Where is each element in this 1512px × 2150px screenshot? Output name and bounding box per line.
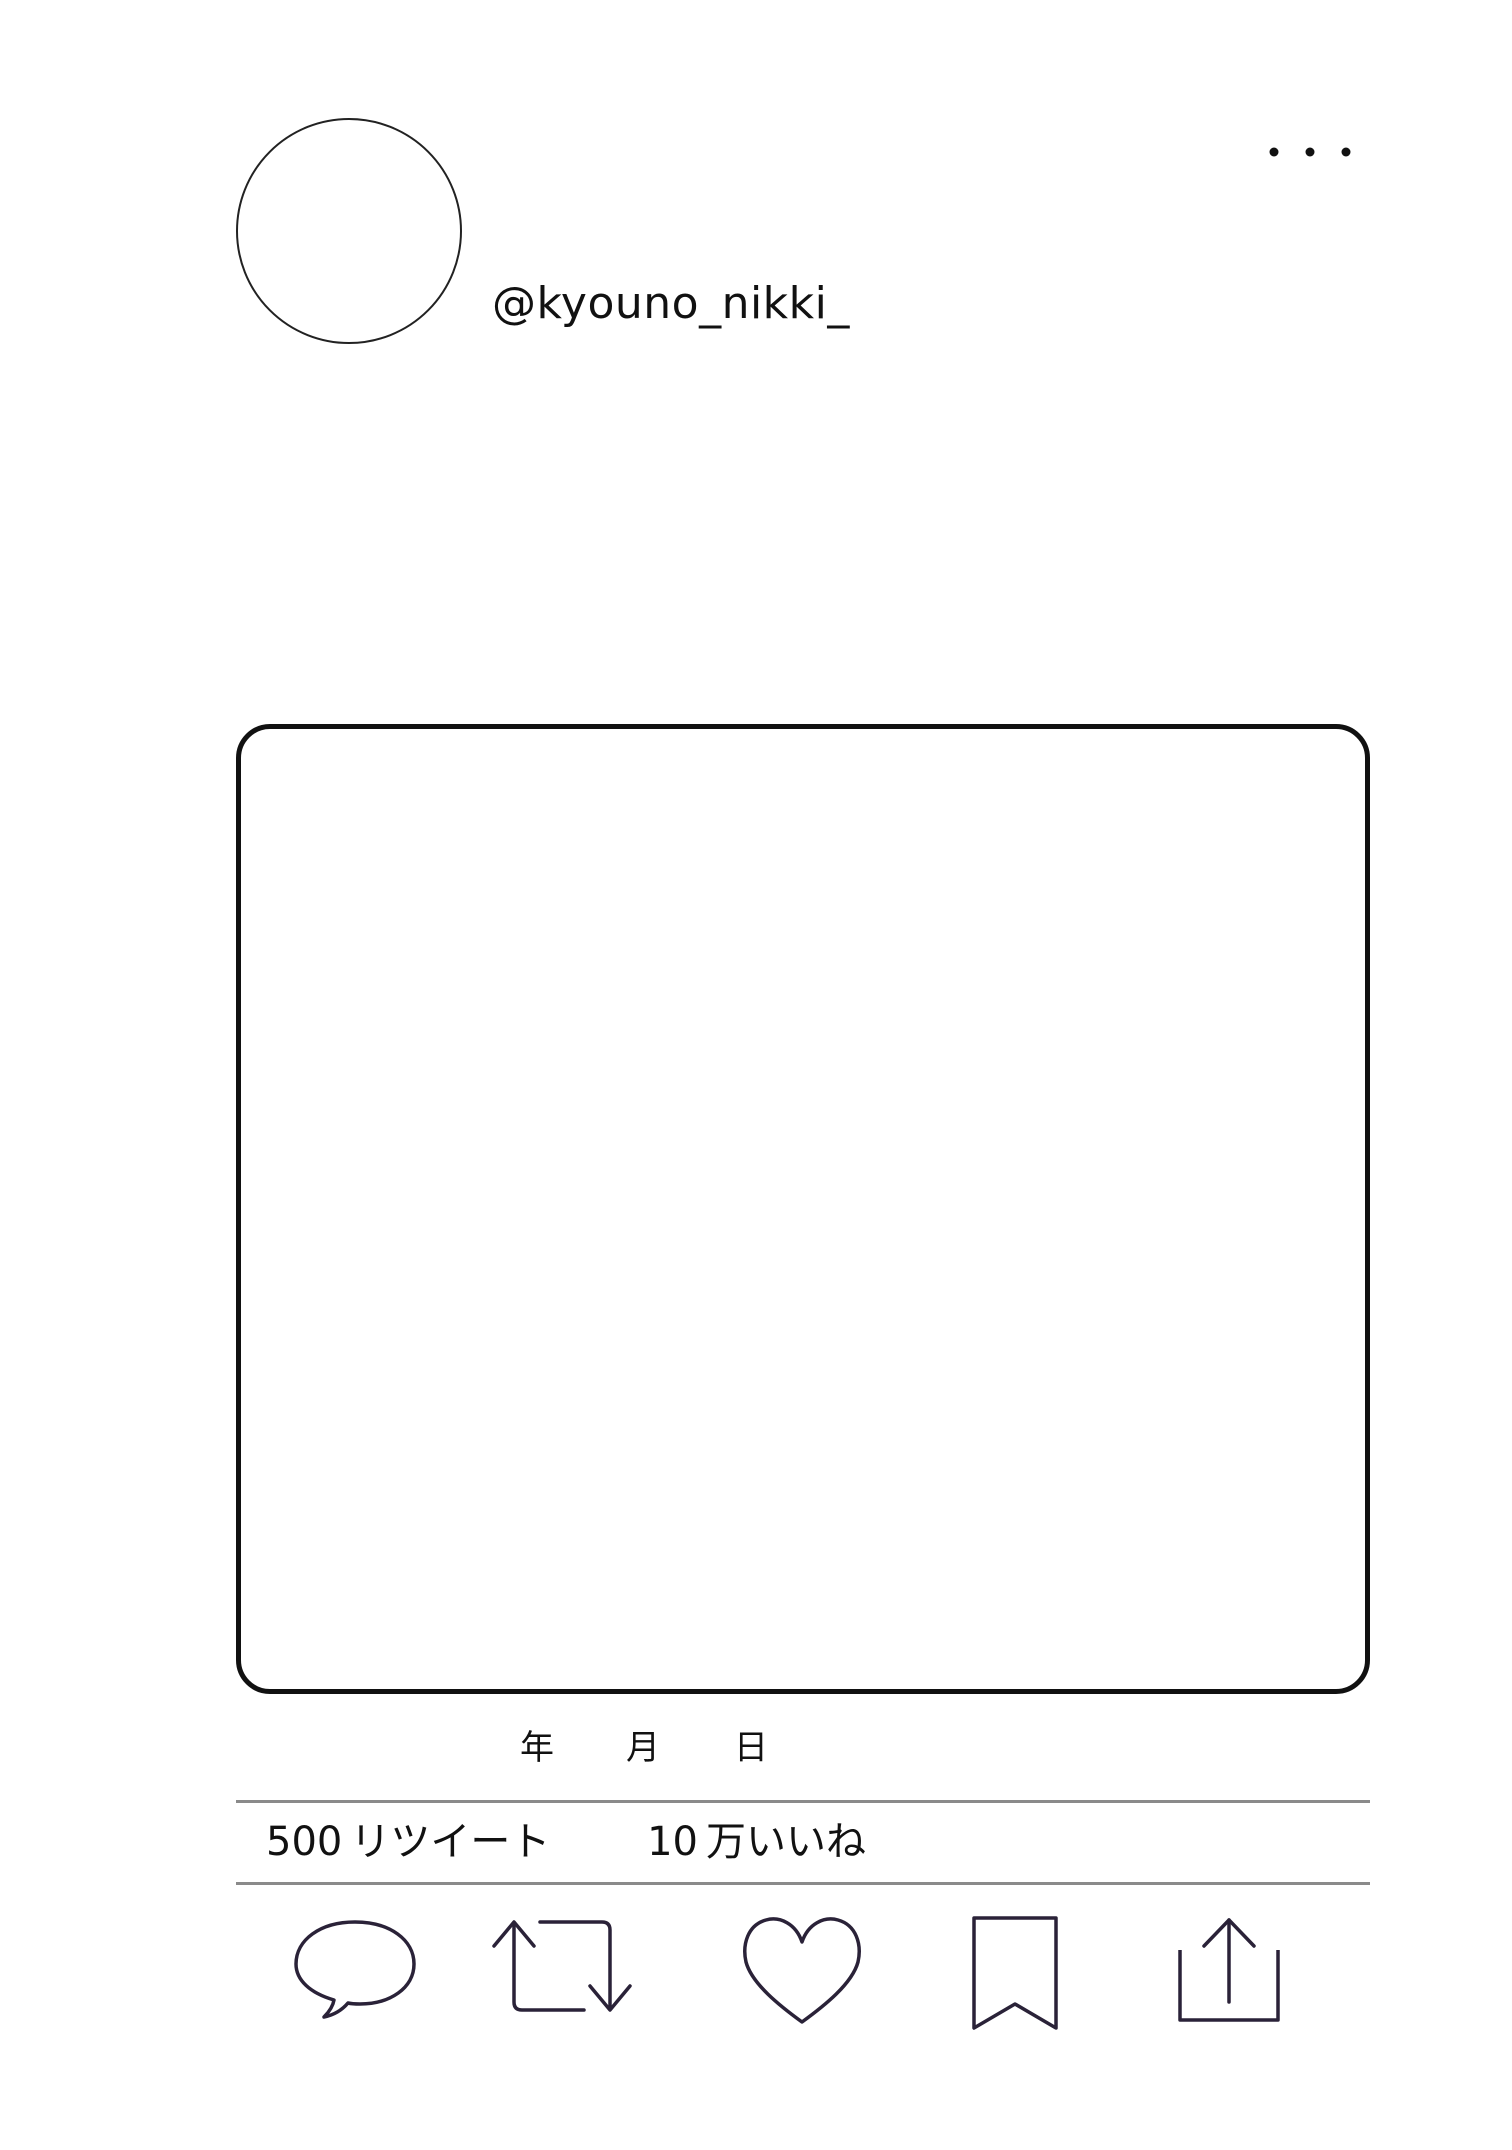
post-date: 年 月 日 [0, 1724, 1512, 1772]
bookmark-icon [972, 1916, 1058, 2030]
more-dots-icon [1269, 147, 1351, 157]
divider-top [236, 1800, 1370, 1803]
divider-bottom [236, 1882, 1370, 1885]
retweet-button[interactable] [490, 1914, 636, 2018]
post-stats: 500 リツイート 10 万いいね [266, 1812, 866, 1872]
like-stat[interactable]: 10 万いいね [647, 1812, 866, 1872]
like-count: 10 [647, 1819, 698, 1865]
speech-bubble-icon [294, 1920, 416, 2019]
heart-icon [743, 1917, 861, 2024]
avatar[interactable] [236, 118, 462, 344]
action-bar [236, 1900, 1370, 2060]
retweet-label: リツイート [350, 1819, 551, 1865]
date-month-label: 月 [626, 1728, 660, 1768]
reply-button[interactable] [290, 1914, 420, 2024]
date-day-label: 日 [734, 1728, 768, 1768]
retweet-icon [492, 1920, 632, 2012]
retweet-stat[interactable]: 500 リツイート [266, 1812, 550, 1872]
post-image-frame [236, 724, 1370, 1694]
username-handle[interactable]: @kyouno_nikki_ [492, 276, 850, 332]
like-button[interactable] [740, 1914, 864, 2026]
share-icon [1178, 1918, 1280, 2022]
bookmark-button[interactable] [970, 1914, 1060, 2034]
share-button[interactable] [1174, 1914, 1284, 2026]
date-year-label: 年 [520, 1728, 554, 1768]
retweet-count: 500 [266, 1819, 343, 1865]
more-options-button[interactable] [1258, 136, 1354, 168]
like-label: 万いいね [705, 1819, 866, 1865]
